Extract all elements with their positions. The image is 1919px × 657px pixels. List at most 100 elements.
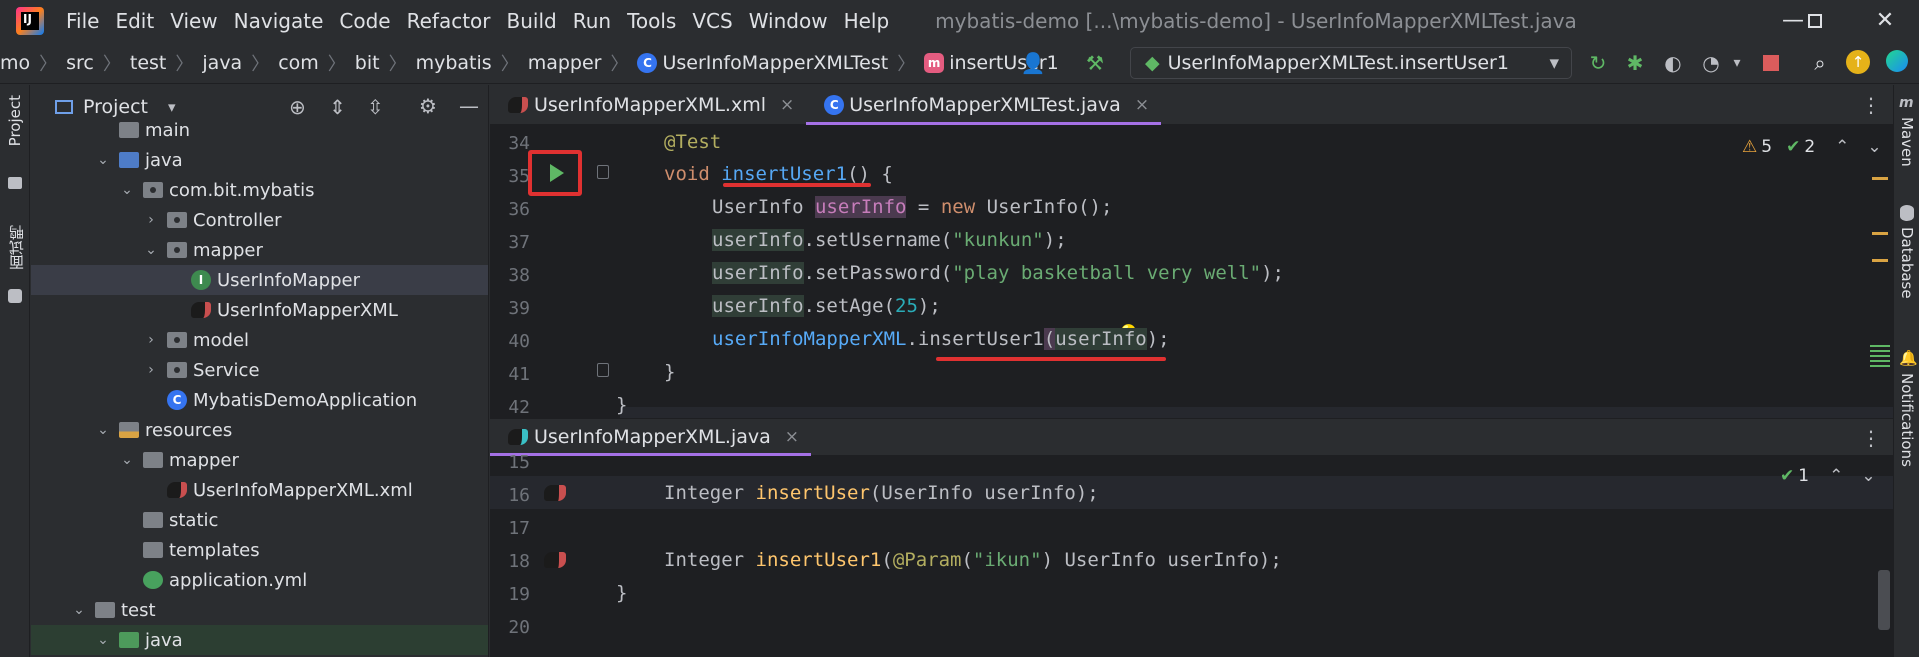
jetbrains-ai-icon[interactable] bbox=[1886, 50, 1912, 76]
tree-item-label: java bbox=[145, 629, 183, 651]
menu-refactor[interactable]: Refactor bbox=[407, 9, 491, 33]
tree-item[interactable]: › model bbox=[31, 325, 488, 355]
plugin-icon bbox=[8, 289, 22, 303]
breadcrumb-com[interactable]: com bbox=[278, 52, 319, 74]
chevron-down-icon[interactable]: ⌄ bbox=[117, 182, 137, 198]
database-tool-button[interactable]: Database bbox=[1898, 227, 1916, 299]
search-icon[interactable]: ⌕ bbox=[1807, 50, 1833, 76]
warning-stripe[interactable] bbox=[1872, 232, 1888, 235]
tree-item[interactable]: ⌄ java bbox=[31, 145, 488, 175]
tree-item[interactable]: UserInfoMapperXML.xml bbox=[31, 475, 488, 505]
tab-label: UserInfoMapperXML.xml bbox=[534, 93, 766, 116]
project-panel: Project ▾ ⊕ ⇕ ⇳ ⚙ — main ⌄ java ⌄ com.bit.my… bbox=[31, 85, 489, 657]
chevron-down-icon[interactable]: ⌄ bbox=[93, 632, 113, 648]
breadcrumb-java[interactable]: java bbox=[202, 52, 242, 74]
tree-item[interactable]: UserInfoMapperXML bbox=[31, 295, 488, 325]
breadcrumb-bit[interactable]: bit bbox=[355, 52, 380, 74]
chevron-down-icon[interactable]: ⌄ bbox=[141, 242, 161, 258]
navigation-bar: mo 〉 src 〉 test 〉 java 〉 com 〉 bit 〉 mybatis 〉 … bbox=[0, 42, 1919, 84]
tree-item[interactable]: › Service bbox=[31, 355, 488, 385]
plugin-tool-button[interactable]: 面试鸭 bbox=[6, 225, 27, 270]
tree-item[interactable]: application.yml bbox=[31, 565, 488, 595]
tree-item[interactable]: ⌄ test bbox=[31, 595, 488, 625]
rerun-icon[interactable]: ↻ bbox=[1585, 50, 1611, 76]
menu-help[interactable]: Help bbox=[844, 9, 890, 33]
close-icon[interactable]: × bbox=[1135, 95, 1149, 115]
breadcrumb-mybatis[interactable]: mybatis bbox=[416, 52, 492, 74]
fold-icon[interactable] bbox=[597, 165, 609, 179]
menu-file[interactable]: File bbox=[66, 9, 99, 33]
tree-item[interactable]: ⌄ java bbox=[31, 625, 488, 655]
update-icon[interactable]: ↑ bbox=[1846, 50, 1872, 76]
menu-vcs[interactable]: VCS bbox=[692, 9, 732, 33]
restore-box-icon[interactable] bbox=[1808, 14, 1822, 28]
tree-item[interactable]: templates bbox=[31, 535, 488, 565]
tree-item[interactable]: ⌄ mapper bbox=[31, 445, 488, 475]
chevron-down-icon[interactable]: ⌄ bbox=[117, 452, 137, 468]
tree-item[interactable]: I UserInfoMapper bbox=[31, 265, 488, 295]
menu-tools[interactable]: Tools bbox=[627, 9, 676, 33]
tree-item[interactable]: ⌄ com.bit.mybatis bbox=[31, 175, 488, 205]
debug-icon[interactable]: ✱ bbox=[1622, 50, 1648, 76]
maven-tool-button[interactable]: Maven bbox=[1898, 117, 1916, 167]
tree-item[interactable]: › Controller bbox=[31, 205, 488, 235]
close-icon[interactable]: × bbox=[780, 95, 794, 115]
more-run-chevron-icon[interactable]: ▾ bbox=[1724, 50, 1750, 76]
chevron-down-icon[interactable]: ⌄ bbox=[69, 602, 89, 618]
build-hammer-icon[interactable]: ⚒ bbox=[1082, 50, 1108, 76]
junit-config-icon: ◆ bbox=[1145, 52, 1160, 74]
chevron-right-icon[interactable]: › bbox=[141, 332, 161, 348]
more-tabs-icon[interactable]: ⋮ bbox=[1861, 426, 1881, 450]
menu-window[interactable]: Window bbox=[749, 9, 828, 33]
chevron-down-icon[interactable]: ⌄ bbox=[1861, 466, 1875, 486]
inspection-widget[interactable]: ✔ 1 ⌃ ⌄ bbox=[1780, 466, 1876, 486]
run-test-icon[interactable] bbox=[550, 164, 564, 182]
folder-icon bbox=[143, 452, 163, 468]
chevron-right-icon[interactable]: › bbox=[141, 212, 161, 228]
tab-userinfomapperxmltest-java[interactable]: C UserInfoMapperXMLTest.java × bbox=[806, 85, 1161, 125]
user-icon[interactable]: 👤 bbox=[1020, 50, 1046, 76]
breadcrumb-class[interactable]: UserInfoMapperXMLTest bbox=[662, 52, 888, 74]
breadcrumb-mapper[interactable]: mapper bbox=[528, 52, 602, 74]
coverage-icon[interactable]: ◐ bbox=[1660, 50, 1686, 76]
fold-icon[interactable] bbox=[597, 363, 609, 377]
menu-navigate[interactable]: Navigate bbox=[234, 9, 324, 33]
menu-build[interactable]: Build bbox=[507, 9, 557, 33]
tree-item[interactable]: static bbox=[31, 505, 488, 535]
tree-item[interactable]: main bbox=[31, 115, 488, 145]
breadcrumb-test[interactable]: test bbox=[130, 52, 167, 74]
profile-icon[interactable]: ◔ bbox=[1698, 50, 1724, 76]
tree-item[interactable]: C MybatisDemoApplication bbox=[31, 385, 488, 415]
editor-scrollbar[interactable] bbox=[1878, 570, 1890, 630]
breadcrumb-project[interactable]: mo bbox=[0, 52, 30, 74]
chevron-down-icon[interactable]: ⌄ bbox=[93, 422, 113, 438]
run-configuration-select[interactable]: ◆ UserInfoMapperXMLTest.insertUser1 ▾ bbox=[1130, 47, 1572, 79]
menu-view[interactable]: View bbox=[170, 9, 217, 33]
warning-stripe[interactable] bbox=[1872, 177, 1888, 180]
inspection-widget[interactable]: ⚠ 5 ✔ 2 ⌃ ⌄ bbox=[1742, 137, 1882, 157]
more-tabs-icon[interactable]: ⋮ bbox=[1861, 93, 1881, 117]
chevron-right-icon[interactable]: › bbox=[141, 362, 161, 378]
mybatis-navigate-icon[interactable] bbox=[544, 552, 566, 568]
notifications-tool-button[interactable]: Notifications bbox=[1898, 373, 1916, 467]
breadcrumb-src[interactable]: src bbox=[66, 52, 94, 74]
mybatis-navigate-icon[interactable] bbox=[544, 485, 566, 501]
chevron-down-icon[interactable]: ⌄ bbox=[1867, 137, 1881, 157]
menu-code[interactable]: Code bbox=[339, 9, 390, 33]
chevron-up-icon[interactable]: ⌃ bbox=[1829, 466, 1843, 486]
tree-item[interactable]: ⌄ mapper bbox=[31, 235, 488, 265]
tab-userinfomapperxml-java[interactable]: UserInfoMapperXML.java × bbox=[490, 418, 812, 456]
chevron-up-icon[interactable]: ⌃ bbox=[1835, 137, 1849, 157]
close-window-icon[interactable]: ✕ bbox=[1870, 6, 1900, 36]
chevron-down-icon[interactable]: ▾ bbox=[168, 98, 176, 116]
project-tool-button[interactable]: Project bbox=[6, 95, 24, 146]
chevron-down-icon[interactable]: ⌄ bbox=[93, 152, 113, 168]
scroll-marker[interactable] bbox=[1870, 345, 1890, 369]
stop-icon[interactable] bbox=[1758, 50, 1784, 76]
warning-stripe[interactable] bbox=[1872, 259, 1888, 262]
tab-userinfomapperxml-xml[interactable]: UserInfoMapperXML.xml × bbox=[490, 85, 806, 125]
tree-item[interactable]: ⌄ resources bbox=[31, 415, 488, 445]
menu-edit[interactable]: Edit bbox=[115, 9, 154, 33]
menu-run[interactable]: Run bbox=[573, 9, 611, 33]
close-icon[interactable]: × bbox=[785, 427, 799, 447]
